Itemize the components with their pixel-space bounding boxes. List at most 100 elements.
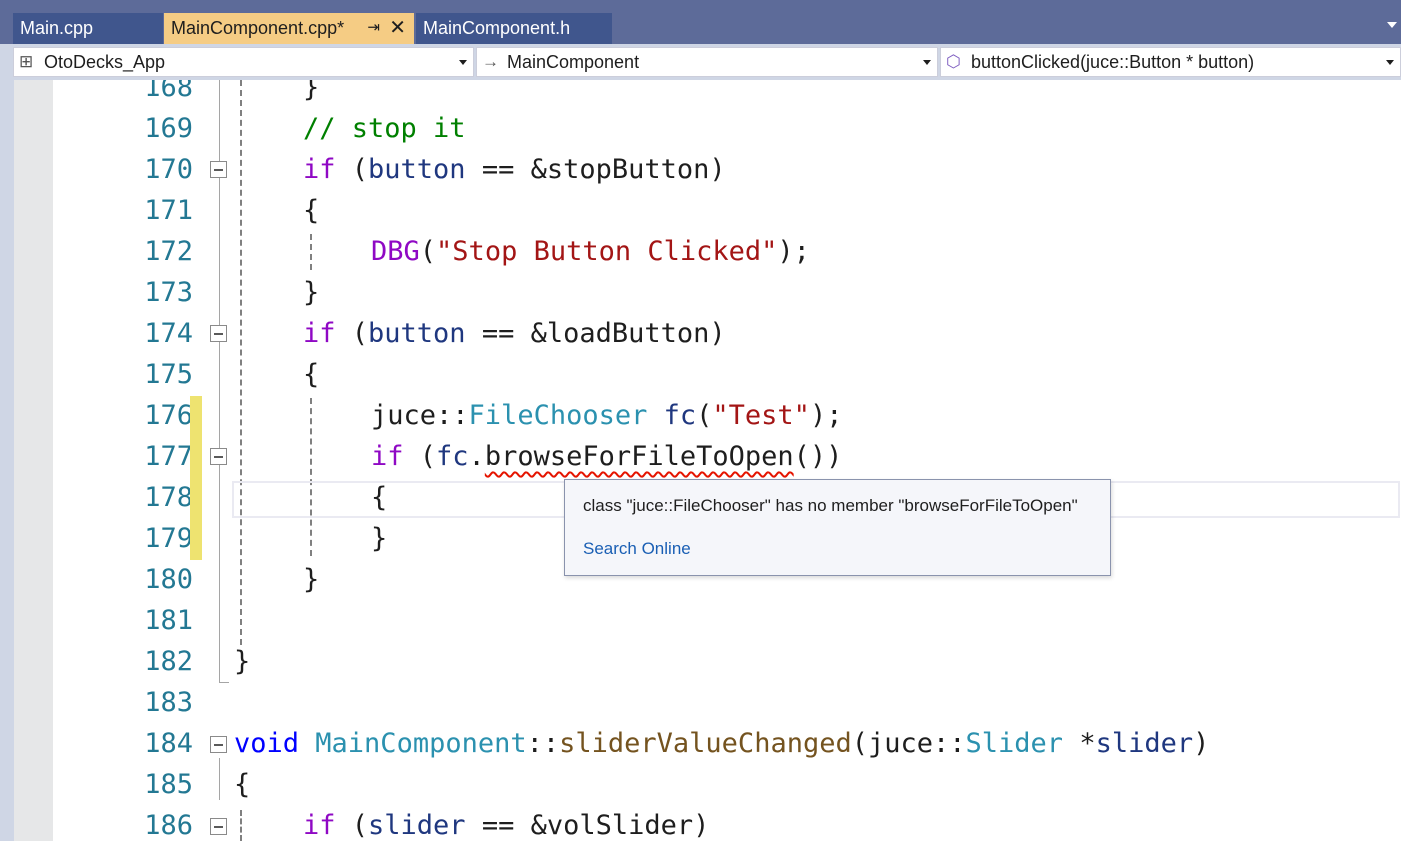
code-line: { — [371, 482, 388, 513]
arrow-right-icon: → — [482, 52, 499, 71]
navigation-bar: ⊞ OtoDecks_App → MainComponent ⬡ buttonC… — [0, 44, 1401, 80]
scope-dropdown[interactable]: → MainComponent — [476, 47, 938, 77]
tab-label: MainComponent.h — [423, 18, 571, 38]
code-line: void MainComponent::sliderValueChanged(j… — [234, 723, 1209, 764]
code-line: if (button == &stopButton) — [303, 149, 726, 190]
line-number: 182 — [144, 646, 193, 677]
indicator-margin — [14, 80, 53, 841]
code-text: ( — [403, 441, 437, 472]
variable: slider — [368, 810, 466, 841]
collapse-toggle[interactable] — [210, 448, 227, 465]
line-number: 183 — [144, 687, 193, 718]
error-tooltip: class "juce::FileChooser" has no member … — [564, 479, 1111, 576]
method-icon: ⬡ — [946, 52, 961, 71]
collapse-toggle[interactable] — [210, 161, 227, 178]
line-number: 173 — [144, 277, 193, 308]
line-number: 178 — [144, 482, 193, 513]
code-line: // stop it — [303, 113, 466, 144]
close-icon[interactable]: ✕ — [389, 13, 406, 43]
tab-list-dropdown-icon[interactable] — [1387, 22, 1397, 28]
string-literal: "Stop Button Clicked" — [436, 236, 778, 267]
code-line: DBG("Stop Button Clicked"); — [371, 231, 810, 272]
code-text: ); — [777, 236, 810, 267]
line-number: 171 — [144, 195, 193, 226]
code-line: { — [303, 195, 320, 226]
code-line: } — [234, 646, 251, 677]
code-text: ) — [1193, 728, 1210, 759]
variable: slider — [1095, 728, 1194, 759]
line-number: 180 — [144, 564, 193, 595]
outline-line — [219, 758, 220, 800]
document-tab-strip: Main.cpp MainComponent.cpp* ⇥ ✕ MainComp… — [0, 0, 1401, 44]
tab-maincomponent-h[interactable]: MainComponent.h — [416, 13, 612, 44]
code-text: ( — [696, 400, 713, 431]
variable: fc — [436, 441, 469, 472]
code-text: (juce:: — [851, 728, 966, 759]
line-number: 181 — [144, 605, 193, 636]
code-text: ( — [335, 810, 369, 841]
tooltip-message: class "juce::FileChooser" has no member … — [583, 496, 1078, 515]
project-icon: ⊞ — [19, 52, 34, 71]
code-text: == &volSlider) — [465, 810, 710, 841]
code-line: if (slider == &volSlider) — [303, 805, 709, 841]
member-dropdown[interactable]: ⬡ buttonClicked(juce::Button * button) — [940, 47, 1401, 77]
class-name: MainComponent — [299, 728, 527, 759]
line-number: 172 — [144, 236, 193, 267]
line-number: 169 — [144, 113, 193, 144]
keyword: if — [303, 154, 336, 185]
chevron-down-icon — [923, 60, 931, 65]
keyword: if — [303, 318, 336, 349]
tab-label: MainComponent.cpp* — [171, 18, 345, 38]
code-text: ); — [809, 400, 843, 431]
left-rail — [0, 80, 14, 841]
indent-guide — [240, 810, 242, 841]
member-dropdown-label: buttonClicked(juce::Button * button) — [971, 52, 1255, 72]
project-dropdown[interactable]: ⊞ OtoDecks_App — [13, 47, 474, 77]
type-name: Slider — [965, 728, 1064, 759]
keyword: void — [234, 728, 300, 759]
collapse-toggle[interactable] — [210, 736, 227, 753]
line-number: 168 — [144, 80, 193, 103]
line-number: 170 — [144, 154, 193, 185]
collapse-toggle[interactable] — [210, 818, 227, 835]
code-text: == &loadButton) — [465, 318, 726, 349]
variable: button — [368, 154, 466, 185]
change-indicator-bar — [190, 396, 202, 560]
line-number: 186 — [144, 810, 193, 841]
variable: fc — [647, 400, 697, 431]
line-number: 177 — [144, 441, 193, 472]
code-line: juce::FileChooser fc("Test"); — [371, 395, 842, 436]
type-name: FileChooser — [468, 400, 648, 431]
project-dropdown-label: OtoDecks_App — [44, 52, 166, 72]
pin-icon[interactable]: ⇥ — [367, 13, 380, 43]
search-online-link[interactable]: Search Online — [583, 539, 691, 559]
chevron-down-icon — [459, 60, 467, 65]
chevron-down-icon — [1386, 60, 1394, 65]
tab-maincomponent-cpp[interactable]: MainComponent.cpp* ⇥ ✕ — [164, 13, 414, 44]
variable: button — [368, 318, 466, 349]
indent-guide — [310, 234, 312, 270]
code-text: ( — [335, 318, 369, 349]
line-number: 176 — [144, 400, 193, 431]
function-name: sliderValueChanged — [559, 728, 852, 759]
line-number: 174 — [144, 318, 193, 349]
code-text: ( — [335, 154, 369, 185]
code-line: { — [234, 769, 251, 800]
code-line: } — [303, 80, 320, 103]
keyword: if — [371, 441, 404, 472]
code-text: == &stopButton) — [465, 154, 726, 185]
code-line: } — [303, 564, 320, 595]
scope-dropdown-label: MainComponent — [507, 52, 640, 72]
outline-line — [219, 682, 229, 683]
code-text: ()) — [793, 441, 843, 472]
line-number: 179 — [144, 523, 193, 554]
namespace: juce:: — [371, 400, 469, 431]
collapse-toggle[interactable] — [210, 325, 227, 342]
tab-main-cpp[interactable]: Main.cpp — [13, 13, 163, 44]
code-line: { — [303, 359, 320, 390]
code-editor[interactable]: 168 169 170 171 172 173 174 175 176 177 … — [53, 80, 1401, 841]
error-squiggle-text[interactable]: browseForFileToOpen — [485, 441, 794, 472]
keyword: if — [303, 810, 336, 841]
tab-label: Main.cpp — [20, 18, 94, 38]
code-line: } — [303, 277, 320, 308]
